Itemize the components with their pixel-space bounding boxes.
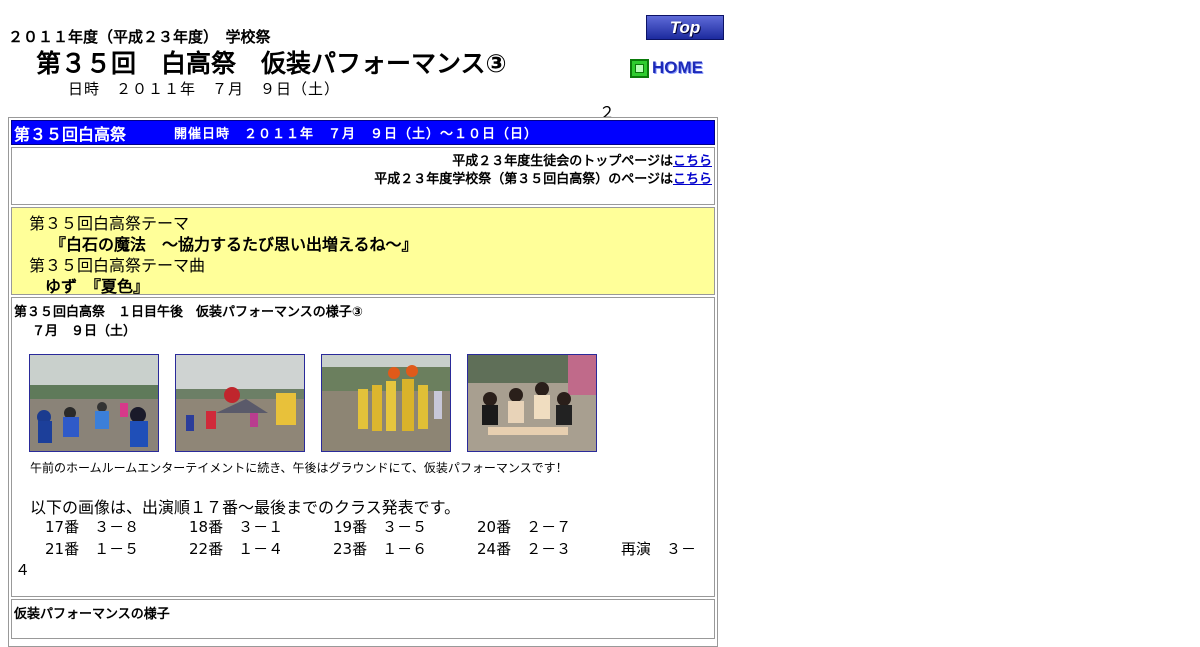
order-item: 再演 ３－ xyxy=(621,540,697,558)
performance-photo-3[interactable] xyxy=(321,354,451,452)
student-council-link[interactable]: こちら xyxy=(673,154,712,169)
order-item: 22番 １－４ xyxy=(189,540,284,558)
student-council-link-line: 平成２３年度生徒会のトップページはこちら xyxy=(452,150,712,169)
home-button[interactable]: HOME xyxy=(630,57,703,79)
top-button[interactable]: Top xyxy=(646,15,724,40)
theme-song-text: ゆず 『夏色』 xyxy=(45,277,150,296)
performance-date: ７月 ９日（土） xyxy=(32,324,137,339)
performance-box: 第３５回白高祭 １日目午後 仮装パフォーマンスの様子③ ７月 ９日（土） 午前の… xyxy=(11,297,715,597)
order-item: 17番 ３－８ xyxy=(45,518,140,536)
performance-photo-1[interactable] xyxy=(29,354,159,452)
links-box: 平成２３年度生徒会のトップページはこちら 平成２３年度学校祭（第３５回白高祭）の… xyxy=(11,147,715,205)
performance-photo-4[interactable] xyxy=(467,354,597,452)
festival-page-link-text: 平成２３年度学校祭（第３５回白高祭）のページは xyxy=(374,172,673,187)
order-item-wrap: ４ xyxy=(15,561,31,579)
order-item: 19番 ３－５ xyxy=(333,518,428,536)
theme-box: 第３５回白高祭テーマ 『白石の魔法 ～協力するたび思い出増えるね～』 第３５回白… xyxy=(11,207,715,296)
order-item: 21番 １－５ xyxy=(45,540,140,558)
performance-caption: 午前のホームルームエンターテイメントに続き、午後はグラウンドにて、仮装パフォーマ… xyxy=(30,461,568,475)
order-item: 20番 ２－７ xyxy=(477,518,572,536)
festival-page-link[interactable]: こちら xyxy=(673,172,712,187)
home-square-icon xyxy=(630,58,649,78)
student-council-link-text: 平成２３年度生徒会のトップページは xyxy=(452,154,673,169)
order-item: 24番 ２－３ xyxy=(477,540,572,558)
page-title: 第３５回 白高祭 仮装パフォーマンス③ xyxy=(36,49,507,78)
performance-section-2: 仮装パフォーマンスの様子 xyxy=(11,599,715,639)
performance-intro: 以下の画像は、出演順１７番～最後までのクラス発表です。 xyxy=(30,498,461,517)
festival-header-dates: 開催日時 ２０１１年 ７月 ９日（土）～１０日（日） xyxy=(174,127,539,142)
performance-photo-2[interactable] xyxy=(175,354,305,452)
top-button-label: Top xyxy=(669,17,701,37)
event-date: 日時 ２０１１年 ７月 ９日（土） xyxy=(68,80,341,98)
performance-section-2-title: 仮装パフォーマンスの様子 xyxy=(14,607,170,622)
order-item: 23番 １－６ xyxy=(333,540,428,558)
home-button-label: HOME xyxy=(652,58,703,77)
festival-page-link-line: 平成２３年度学校祭（第３５回白高祭）のページはこちら xyxy=(374,168,712,187)
festival-header-title: 第３５回白高祭 xyxy=(14,124,127,144)
festival-header-bar: 第３５回白高祭 開催日時 ２０１１年 ７月 ９日（土）～１０日（日） xyxy=(11,120,715,145)
performance-title: 第３５回白高祭 １日目午後 仮装パフォーマンスの様子③ xyxy=(14,305,363,320)
order-item: 18番 ３－１ xyxy=(189,518,284,536)
